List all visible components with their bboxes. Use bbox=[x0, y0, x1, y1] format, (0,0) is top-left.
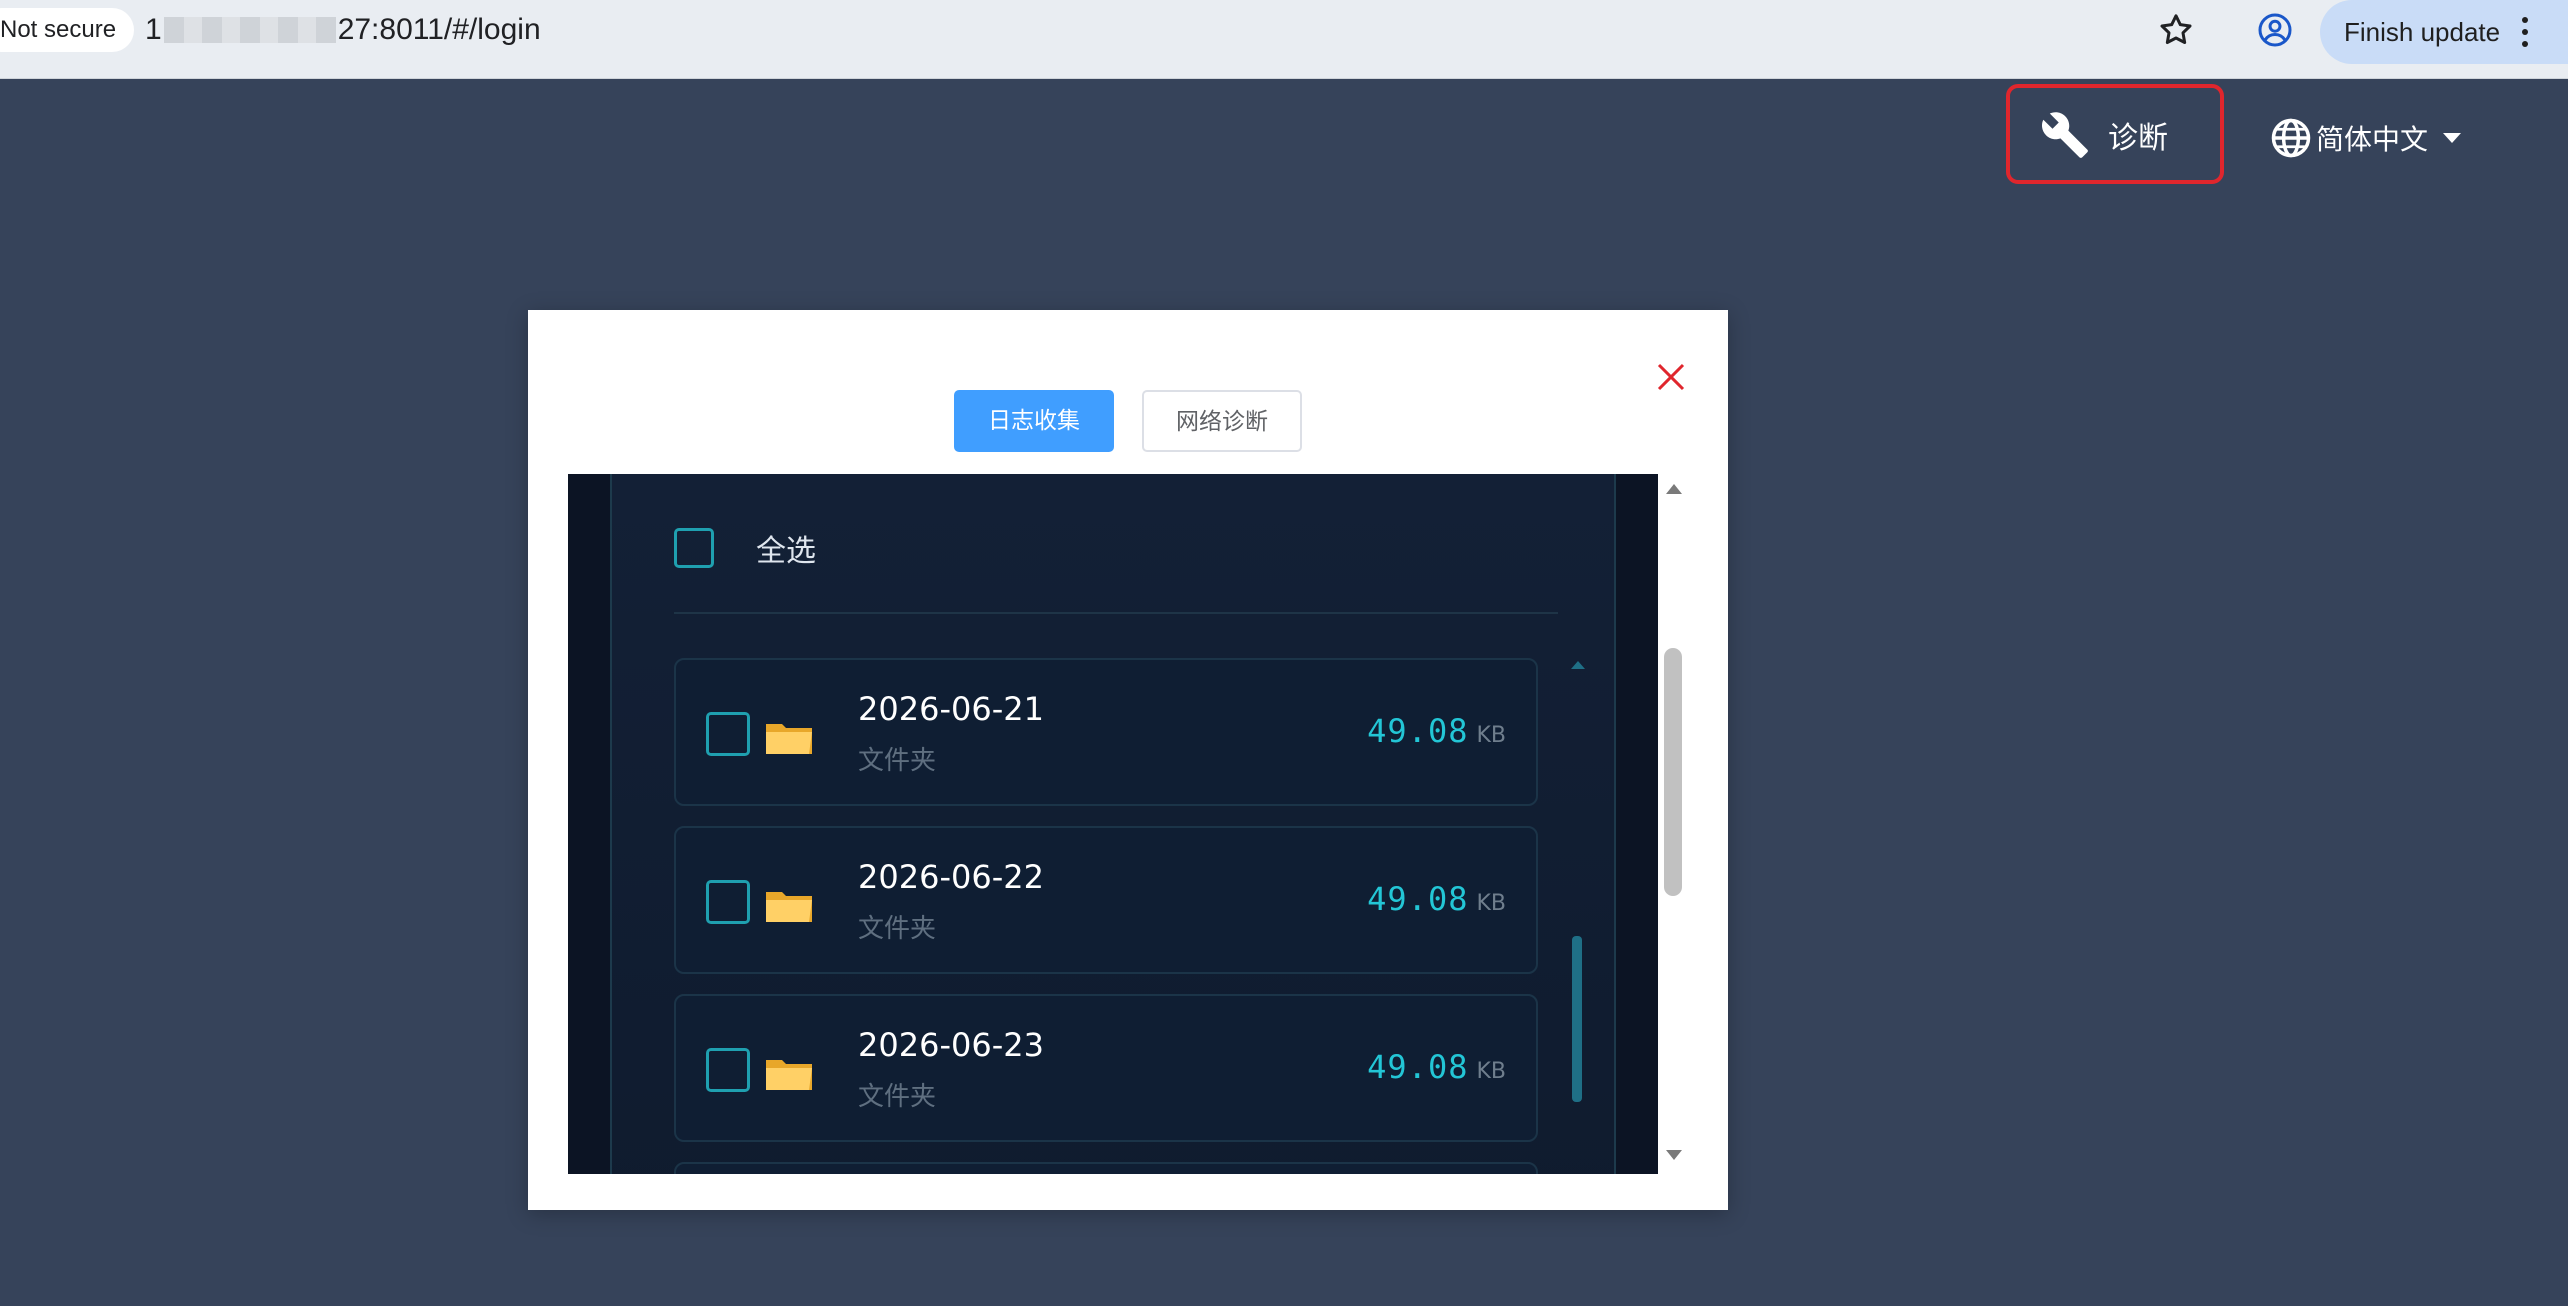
diagnose-label: 诊断 bbox=[2108, 121, 2168, 156]
divider bbox=[674, 612, 1558, 614]
tab-log-collection[interactable]: 日志收集 bbox=[954, 390, 1114, 452]
item-size: 49.08 KB bbox=[1367, 712, 1506, 750]
kebab-menu-icon[interactable] bbox=[2520, 15, 2530, 49]
diagnose-button[interactable]: 诊断 bbox=[2040, 105, 2168, 165]
list-scrollbar-thumb[interactable] bbox=[1572, 936, 1582, 1102]
chevron-down-icon bbox=[2443, 133, 2462, 143]
list-scroll-up-icon[interactable] bbox=[1570, 660, 1586, 670]
tab-network-diagnosis[interactable]: 网络诊断 bbox=[1142, 390, 1302, 452]
finish-update-button[interactable]: Finish update bbox=[2320, 0, 2568, 64]
item-name: 2026-06-22 bbox=[858, 858, 1044, 896]
folder-icon bbox=[766, 724, 812, 754]
select-all-checkbox[interactable] bbox=[674, 528, 714, 568]
item-size-unit: KB bbox=[1476, 891, 1506, 916]
item-size-value: 49.08 bbox=[1367, 880, 1469, 918]
item-name: 2026-06-23 bbox=[858, 1026, 1044, 1064]
item-checkbox[interactable] bbox=[706, 1048, 750, 1092]
language-selector[interactable]: 简体中文 bbox=[2270, 110, 2462, 166]
address-bar[interactable]: 1 27:8011/#/login bbox=[145, 10, 541, 50]
scroll-down-icon[interactable] bbox=[1664, 1148, 1684, 1162]
list-item[interactable]: 2026-06-22 文件夹 49.08 KB bbox=[674, 826, 1538, 974]
select-all-row[interactable]: 全选 bbox=[674, 526, 816, 570]
url-suffix: 27:8011/#/login bbox=[337, 13, 541, 46]
browser-toolbar: Not secure 1 27:8011/#/login Finish upda… bbox=[0, 0, 2568, 79]
close-icon[interactable] bbox=[1654, 360, 1688, 394]
item-type: 文件夹 bbox=[858, 914, 937, 944]
log-file-panel: 全选 2026-06-21 文件夹 49.08 KB 2026-06-22 文件… bbox=[610, 474, 1616, 1174]
item-size: 49.08 KB bbox=[1367, 880, 1506, 918]
bookmark-star-icon[interactable] bbox=[2155, 10, 2197, 50]
item-checkbox[interactable] bbox=[706, 712, 750, 756]
item-checkbox[interactable] bbox=[706, 880, 750, 924]
list-item[interactable]: 2026-06-23 文件夹 49.08 KB bbox=[674, 994, 1538, 1142]
item-size-value: 49.08 bbox=[1367, 712, 1469, 750]
wrench-icon bbox=[2041, 112, 2088, 158]
item-size-unit: KB bbox=[1476, 1059, 1506, 1084]
url-prefix: 1 bbox=[145, 13, 162, 46]
scroll-up-icon[interactable] bbox=[1664, 482, 1684, 496]
diagnose-dialog: 日志收集 网络诊断 全选 2026-06-21 文件夹 49.08 KB 202… bbox=[528, 310, 1728, 1210]
folder-icon bbox=[766, 892, 812, 922]
globe-icon bbox=[2271, 118, 2311, 158]
security-indicator[interactable]: Not secure bbox=[0, 8, 135, 52]
item-size-unit: KB bbox=[1476, 723, 1506, 748]
item-type: 文件夹 bbox=[858, 746, 937, 776]
list-item[interactable]: 2026-06-21 文件夹 49.08 KB bbox=[674, 658, 1538, 806]
item-type: 文件夹 bbox=[858, 1082, 937, 1112]
finish-update-label: Finish update bbox=[2344, 17, 2501, 47]
profile-icon[interactable] bbox=[2257, 12, 2293, 48]
redacted-url-part bbox=[163, 17, 336, 43]
scrollbar-thumb[interactable] bbox=[1664, 648, 1682, 896]
item-size: 49.08 KB bbox=[1367, 1048, 1506, 1086]
log-file-viewport[interactable]: 全选 2026-06-21 文件夹 49.08 KB 2026-06-22 文件… bbox=[568, 474, 1658, 1174]
item-size-value: 49.08 bbox=[1367, 1048, 1469, 1086]
list-item[interactable] bbox=[674, 1162, 1538, 1174]
folder-icon bbox=[766, 1060, 812, 1090]
item-name: 2026-06-21 bbox=[858, 690, 1044, 728]
language-label: 简体中文 bbox=[2316, 123, 2429, 156]
select-all-label: 全选 bbox=[756, 534, 816, 569]
